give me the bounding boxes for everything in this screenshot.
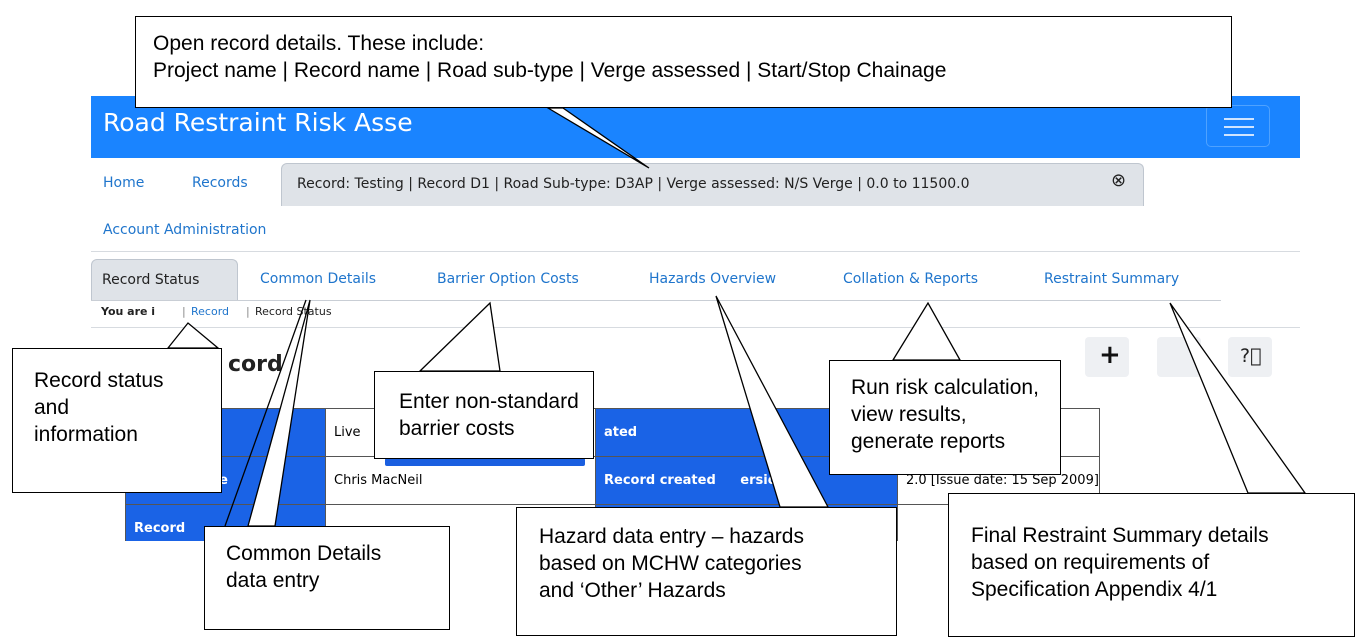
callout-text: barrier costs — [399, 417, 515, 440]
callout-text: data entry — [226, 569, 320, 592]
callout-text: based on requirements of — [971, 551, 1210, 574]
callout-text: Enter non-standard — [399, 390, 579, 413]
callout-text: Project name | Record name | Road sub-ty… — [153, 59, 947, 82]
callout-text: Common Details — [226, 542, 382, 565]
callout-barrier-costs: Enter non-standard barrier costs — [374, 371, 594, 459]
pointer-common-details-1 — [247, 299, 311, 527]
pointer-collation — [891, 301, 962, 361]
callout-restraint-summary: Final Restraint Summary details based on… — [948, 493, 1355, 637]
callout-collation: Run risk calculation, view results, gene… — [829, 360, 1061, 475]
callout-text: Final Restraint Summary details — [971, 524, 1269, 547]
callout-text: view results, — [851, 403, 967, 426]
callout-record-status: Record status and information — [12, 348, 222, 493]
callout-text: Open record details. These include: — [153, 32, 485, 55]
pointer-hazards — [715, 295, 830, 508]
callout-text: and ‘Other’ Hazards — [539, 579, 726, 602]
pointer-open-record — [545, 107, 650, 169]
callout-text: Run risk calculation, — [851, 376, 1039, 399]
callout-text: Hazard data entry – hazards — [539, 525, 804, 548]
callout-text: based on MCHW categories — [539, 552, 802, 575]
callout-text: Specification Appendix 4/1 — [971, 578, 1218, 601]
callout-text: generate reports — [851, 430, 1006, 453]
callout-text: information — [34, 423, 138, 446]
pointer-barrier-costs — [418, 301, 501, 372]
pointer-record-status — [166, 322, 220, 349]
pointer-restraint — [1169, 302, 1307, 494]
callout-text: Record status — [34, 369, 164, 392]
callout-text: and — [34, 396, 70, 419]
callout-common-details: Common Details data entry — [204, 526, 450, 630]
callout-hazards: Hazard data entry – hazards based on MCH… — [516, 507, 897, 636]
callout-open-record: Open record details. These include: Proj… — [135, 16, 1232, 108]
